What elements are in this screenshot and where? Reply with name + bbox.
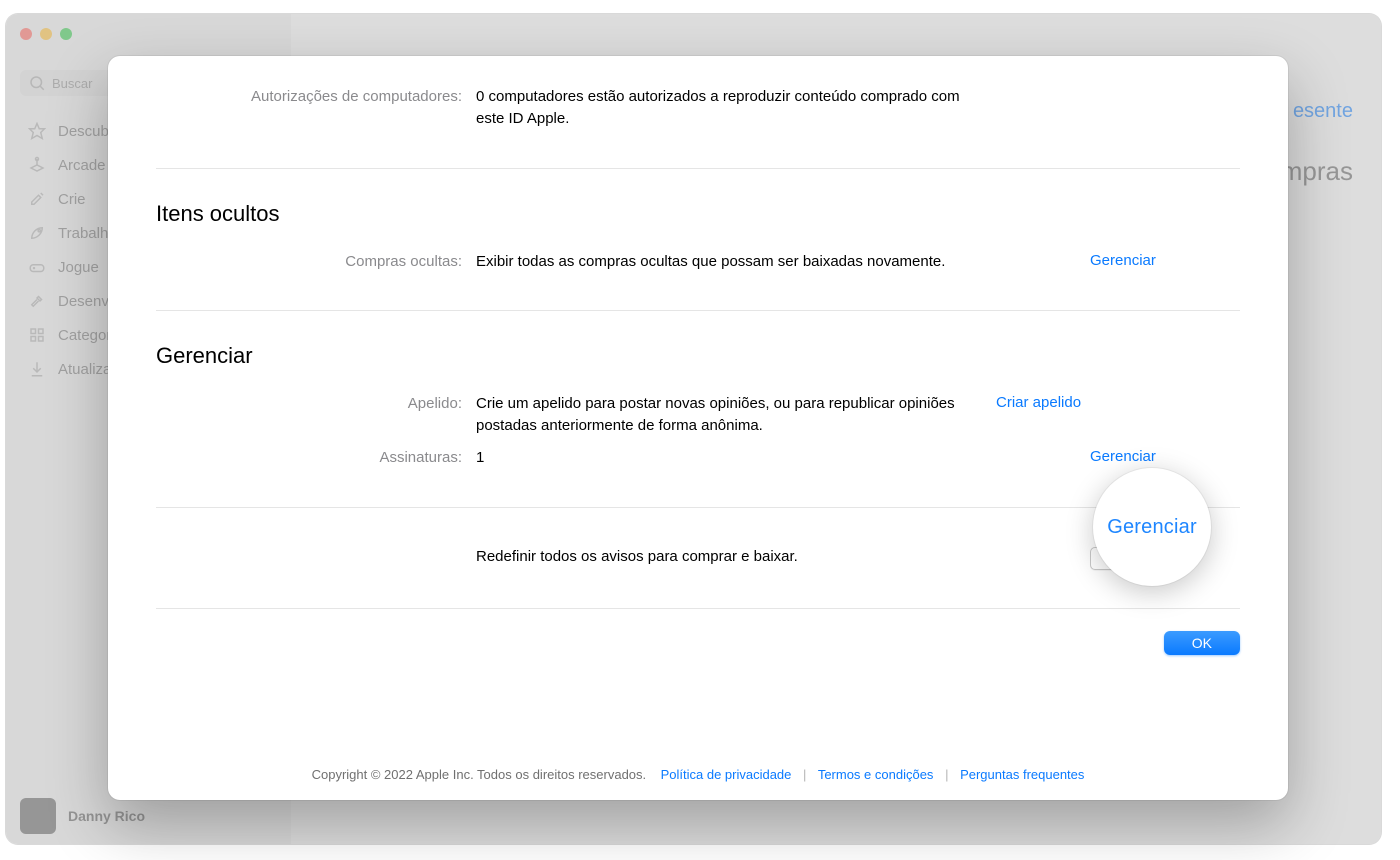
manage-subscriptions-link[interactable]: Gerenciar [1090, 447, 1240, 465]
account-sheet: Autorizações de computadores: 0 computad… [108, 56, 1288, 800]
faq-link[interactable]: Perguntas frequentes [960, 767, 1084, 782]
section-manage: Gerenciar [156, 343, 1240, 369]
privacy-link[interactable]: Política de privacidade [661, 767, 792, 782]
footer: Copyright © 2022 Apple Inc. Todos os dir… [156, 737, 1240, 782]
ok-button[interactable]: OK [1164, 631, 1240, 655]
row-authorizations: Autorizações de computadores: 0 computad… [156, 84, 1240, 132]
authorizations-value: 0 computadores estão autorizados a repro… [476, 86, 986, 130]
copyright-text: Copyright © 2022 Apple Inc. Todos os dir… [312, 767, 647, 782]
hidden-purchases-value: Exibir todas as compras ocultas que poss… [476, 251, 1090, 273]
row-nickname: Apelido: Crie um apelido para postar nov… [156, 391, 1240, 439]
section-hidden-items: Itens ocultos [156, 201, 1240, 227]
authorizations-label: Autorizações de computadores: [156, 86, 476, 108]
magnifier-text: Gerenciar [1107, 516, 1197, 539]
terms-link[interactable]: Termos e condições [818, 767, 934, 782]
hidden-purchases-label: Compras ocultas: [156, 251, 476, 273]
row-hidden-purchases: Compras ocultas: Exibir todas as compras… [156, 249, 1240, 275]
reset-warnings-text: Redefinir todos os avisos para comprar e… [476, 546, 1090, 568]
magnifier-highlight: Gerenciar [1093, 468, 1211, 586]
row-subscriptions: Assinaturas: 1 Gerenciar [156, 445, 1240, 471]
manage-hidden-link[interactable]: Gerenciar [1090, 251, 1240, 269]
subscriptions-value: 1 [476, 447, 1090, 469]
nickname-label: Apelido: [156, 393, 476, 415]
divider [156, 310, 1240, 311]
row-reset-warnings: Redefinir todos os avisos para comprar e… [156, 544, 1240, 572]
create-nickname-link[interactable]: Criar apelido [996, 393, 1146, 411]
nickname-value: Crie um apelido para postar novas opiniõ… [476, 393, 996, 437]
subscriptions-label: Assinaturas: [156, 447, 476, 469]
divider [156, 168, 1240, 169]
